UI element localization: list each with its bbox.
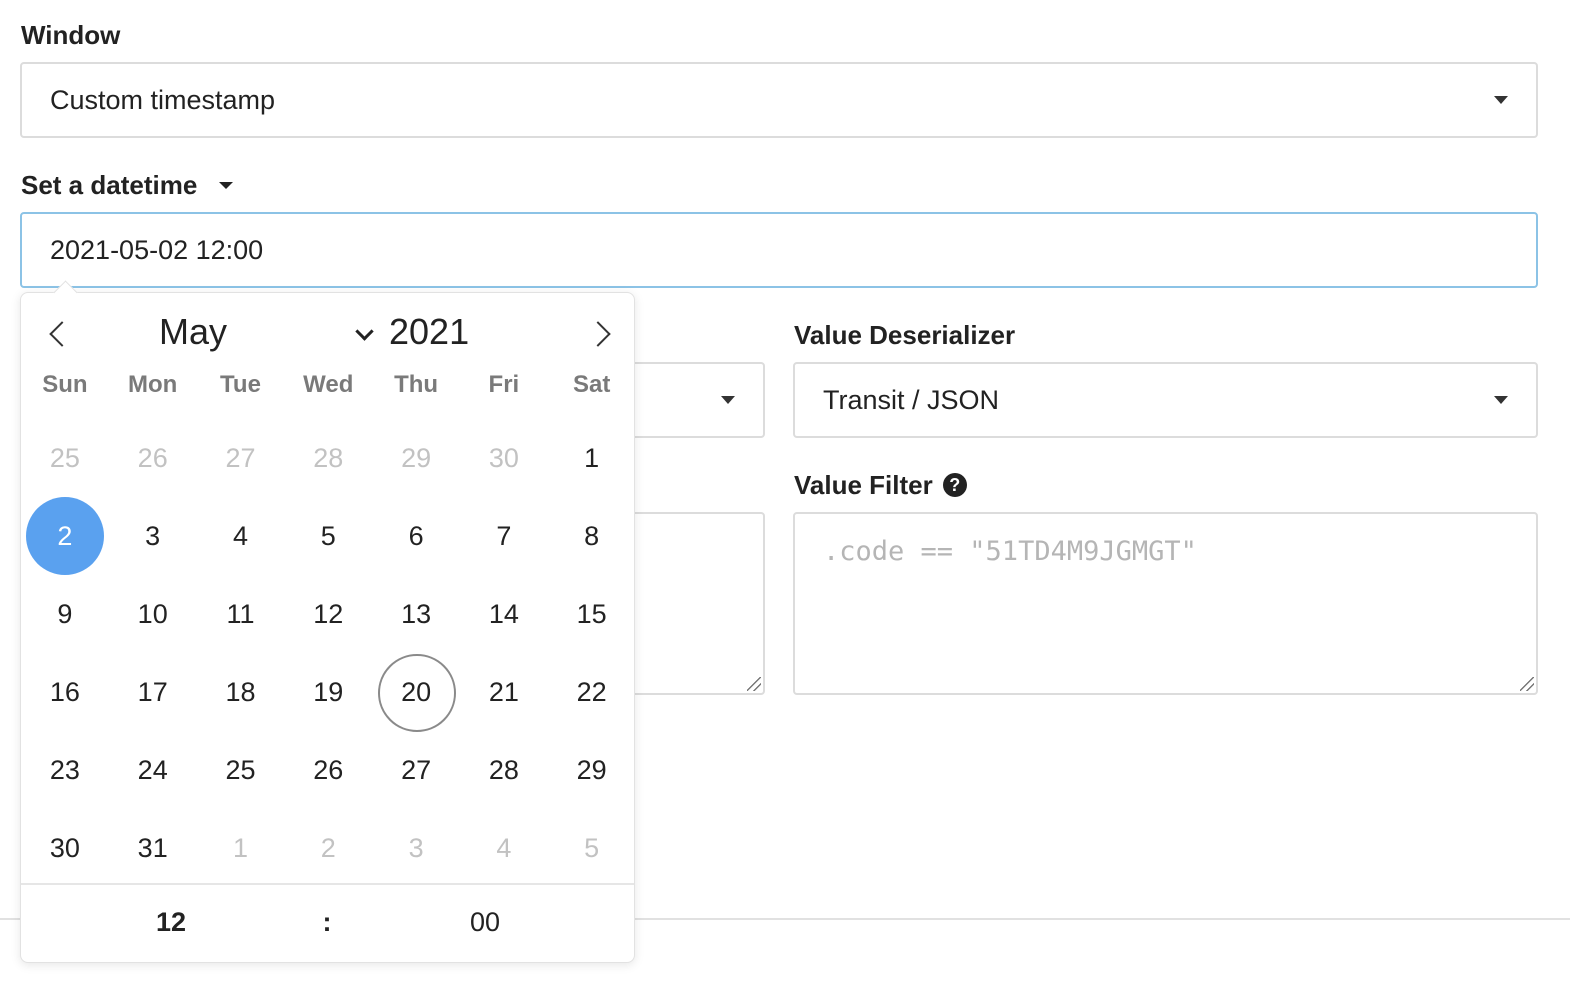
value-deserializer-value: Transit / JSON <box>823 384 1000 415</box>
calendar-day-other-month[interactable]: 27 <box>197 419 285 497</box>
time-separator: : <box>322 907 332 937</box>
datetime-label: Set a datetime <box>21 170 198 200</box>
calendar-day[interactable]: 31 <box>109 809 197 887</box>
calendar-day[interactable]: 3 <box>109 497 197 575</box>
calendar-day-grid: 25 26 27 28 29 30 1 2 3 4 5 6 7 8 9 10 1… <box>21 419 636 887</box>
calendar-day-other-month[interactable]: 2 <box>284 809 372 887</box>
calendar-day[interactable]: 7 <box>460 497 548 575</box>
calendar-day-other-month[interactable]: 1 <box>197 809 285 887</box>
calendar-day-other-month[interactable]: 25 <box>21 419 109 497</box>
calendar-day[interactable]: 14 <box>460 575 548 653</box>
calendar-day-other-month[interactable]: 3 <box>372 809 460 887</box>
calendar-day[interactable]: 1 <box>548 419 636 497</box>
caret-down-icon <box>1494 96 1508 104</box>
value-filter-label: Value Filter <box>794 470 933 500</box>
calendar-day-other-month[interactable]: 28 <box>284 419 372 497</box>
resize-grip-icon[interactable] <box>1520 677 1534 691</box>
calendar-day[interactable]: 16 <box>21 653 109 731</box>
calendar-day[interactable]: 4 <box>197 497 285 575</box>
datetime-input[interactable] <box>20 212 1538 288</box>
weekday-label: Sun <box>42 371 88 398</box>
calendar-week: 9 10 11 12 13 14 15 <box>21 575 636 653</box>
year-input[interactable]: 2021 <box>389 307 509 357</box>
calendar-day[interactable]: 30 <box>21 809 109 887</box>
month-select-value: May <box>159 311 228 352</box>
calendar-day[interactable]: 5 <box>284 497 372 575</box>
value-filter-label-row: Value Filter? <box>794 470 967 500</box>
calendar-day[interactable]: 6 <box>372 497 460 575</box>
datetime-calendar-popup: May 2021 Sun Mon Tue Wed Thu Fri Sat 25 … <box>20 280 636 963</box>
calendar-day[interactable]: 22 <box>548 653 636 731</box>
calendar-week: 2 3 4 5 6 7 8 <box>21 497 636 575</box>
caret-down-icon <box>219 181 234 189</box>
calendar-day[interactable]: 25 <box>197 731 285 809</box>
calendar-day-selected[interactable]: 2 <box>21 497 109 575</box>
calendar-day[interactable]: 13 <box>372 575 460 653</box>
calendar-day-other-month[interactable]: 5 <box>548 809 636 887</box>
value-deserializer-label: Value Deserializer <box>794 320 1016 350</box>
weekday-label: Wed <box>303 371 354 398</box>
weekday-label: Mon <box>128 371 178 398</box>
calendar-week: 16 17 18 19 20 21 22 <box>21 653 636 732</box>
weekday-label: Tue <box>220 371 261 398</box>
calendar-day-other-month[interactable]: 4 <box>460 809 548 887</box>
calendar-week: 30 31 1 2 3 4 5 <box>21 809 636 887</box>
calendar-day[interactable]: 29 <box>548 731 636 809</box>
calendar-day[interactable]: 12 <box>284 575 372 653</box>
weekday-label: Sat <box>573 371 611 398</box>
caret-down-icon <box>721 396 735 404</box>
chevron-down-icon <box>355 322 374 341</box>
window-label: Window <box>21 20 121 50</box>
calendar-day[interactable]: 28 <box>460 731 548 809</box>
weekday-header: Sun Mon Tue Wed Thu Fri Sat <box>21 371 636 399</box>
calendar-day[interactable]: 11 <box>197 575 285 653</box>
weekday-label: Fri <box>488 371 520 398</box>
calendar-week: 25 26 27 28 29 30 1 <box>21 419 636 497</box>
calendar-day[interactable]: 24 <box>109 731 197 809</box>
calendar-week: 23 24 25 26 27 28 29 <box>21 731 636 809</box>
calendar-day[interactable]: 17 <box>109 653 197 731</box>
caret-down-icon <box>1494 396 1508 404</box>
calendar-day[interactable]: 19 <box>284 653 372 731</box>
prev-month-chevron-left-icon[interactable] <box>43 319 71 347</box>
value-deserializer-select[interactable]: Transit / JSON <box>793 362 1538 438</box>
minute-input[interactable]: 00 <box>455 907 515 938</box>
calendar-day[interactable]: 21 <box>460 653 548 731</box>
hour-input[interactable]: 12 <box>141 907 201 938</box>
calendar-day-other-month[interactable]: 30 <box>460 419 548 497</box>
calendar-day-today[interactable]: 20 <box>372 653 460 732</box>
next-month-chevron-right-icon[interactable] <box>589 319 617 347</box>
calendar-day[interactable]: 9 <box>21 575 109 653</box>
window-select[interactable]: Custom timestamp <box>20 62 1538 138</box>
datetime-label-toggle[interactable]: Set a datetime <box>21 170 234 200</box>
calendar-day[interactable]: 8 <box>548 497 636 575</box>
calendar-day[interactable]: 23 <box>21 731 109 809</box>
calendar-day-other-month[interactable]: 29 <box>372 419 460 497</box>
calendar-day[interactable]: 26 <box>284 731 372 809</box>
calendar-day[interactable]: 15 <box>548 575 636 653</box>
value-filter-textarea[interactable] <box>793 512 1538 695</box>
month-select[interactable]: May <box>159 307 379 357</box>
calendar-day[interactable]: 10 <box>109 575 197 653</box>
calendar-day-other-month[interactable]: 26 <box>109 419 197 497</box>
window-select-value: Custom timestamp <box>50 84 276 115</box>
resize-grip-icon[interactable] <box>747 677 761 691</box>
question-circle-icon[interactable]: ? <box>942 473 967 498</box>
weekday-label: Thu <box>394 371 439 398</box>
time-picker-row: 12 : 00 <box>21 883 634 963</box>
calendar-day[interactable]: 27 <box>372 731 460 809</box>
calendar-day[interactable]: 18 <box>197 653 285 731</box>
